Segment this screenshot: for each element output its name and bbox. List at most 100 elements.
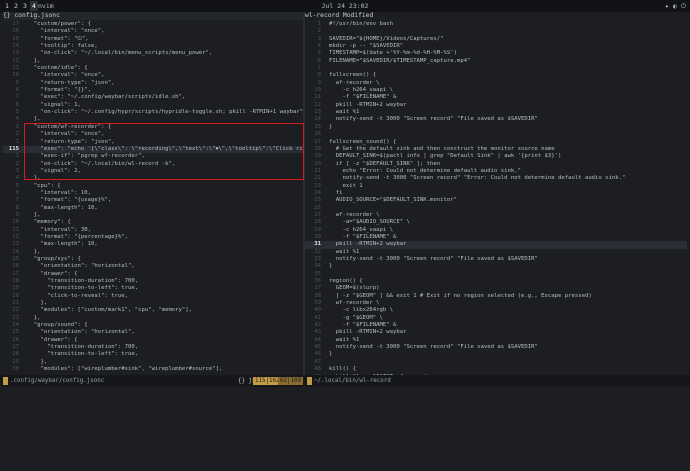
code-line[interactable]: 44 wait %1 xyxy=(305,337,687,344)
code-line[interactable]: 16 "interval": "once", xyxy=(3,28,303,35)
code-line[interactable]: 48 kill() { xyxy=(305,366,687,373)
code-line[interactable]: 8 fullscreen() { xyxy=(305,72,687,79)
code-line[interactable]: 21 echo "Error: Could not determine defa… xyxy=(305,168,687,175)
code-line[interactable]: 35 xyxy=(305,271,687,278)
code-line[interactable]: 12 }, xyxy=(3,58,303,65)
code-line[interactable]: 29 }, xyxy=(3,359,303,366)
code-line[interactable]: 8 "format": "{}", xyxy=(3,87,303,94)
code-line[interactable]: 47 xyxy=(305,359,687,366)
editor-pane-right[interactable]: wl-record Modified 1 #!/usr/bin/env bash 2… xyxy=(305,12,687,375)
code-line[interactable]: 43 pkill -RTMIN+2 waybar xyxy=(305,329,687,336)
code-line[interactable]: 6 FILENAME="$SAVEDIR/$TIMESTAMP_capture.m… xyxy=(305,58,687,65)
code-line[interactable]: 4 mkdir -p -- "$SAVEDIR" xyxy=(305,43,687,50)
code-line[interactable]: 32 wait %1 xyxy=(305,249,687,256)
code-line[interactable]: 12 pkill -RTMIN+2 waybar xyxy=(305,102,687,109)
code-line[interactable]: 12 "format": "{percentage}%", xyxy=(3,234,303,241)
code-line[interactable]: 33 notify-send -t 3000 "Screen record" "… xyxy=(305,256,687,263)
code-line[interactable]: 5 "on-click": "~/.config/hypr/scripts/hy… xyxy=(3,109,303,116)
code-line[interactable]: 26 xyxy=(305,205,687,212)
code-lines-right[interactable]: 1 #!/usr/bin/env bash 2 3 SAVEDIR="${HOME}/V… xyxy=(305,21,687,375)
code-line[interactable]: 17 fullscreen_sound() { xyxy=(305,139,687,146)
code-line[interactable]: 46} xyxy=(305,351,687,358)
code-line[interactable]: 30 "modules": ["wireplumber#sink", "wire… xyxy=(3,366,303,373)
code-line[interactable]: 25 "orientation": "horizontal", xyxy=(3,329,303,336)
code-line[interactable]: 1 #!/usr/bin/env bash xyxy=(305,21,687,28)
system-tray[interactable]: ▸ ◐ ⏻ xyxy=(665,0,686,12)
code-line[interactable]: 14 "tooltip": false, xyxy=(3,43,303,50)
code-line[interactable]: 24 fi xyxy=(305,190,687,197)
code-line[interactable]: 38 [ -z "$GEOM" ] && exit 1 # Exit if no… xyxy=(305,293,687,300)
code-line[interactable]: 26 "drawer": { xyxy=(3,337,303,344)
status-position-secondary: 62|109 xyxy=(278,377,303,385)
code-line[interactable]: 23 exit 1 xyxy=(305,183,687,190)
code-line[interactable]: 11 "custom/idle": { xyxy=(3,65,303,72)
code-lines-left[interactable]: 17 "custom/power": {16 "interval": "once… xyxy=(3,21,303,374)
code-line[interactable]: 6 "signal": 1, xyxy=(3,102,303,109)
line-text: "group/sys": { xyxy=(27,256,81,262)
code-line[interactable]: 10 "interval": "once", xyxy=(3,72,303,79)
code-line[interactable]: 18 "transition-duration": 700, xyxy=(3,278,303,285)
code-line[interactable]: 10 -c h264_vaapi \ xyxy=(305,87,687,94)
code-line[interactable]: 11 "interval": 30, xyxy=(3,227,303,234)
code-line[interactable]: 24 "group/sound": { xyxy=(3,322,303,329)
code-line[interactable]: 14 }, xyxy=(3,249,303,256)
code-line[interactable]: 17 "drawer": { xyxy=(3,271,303,278)
code-line[interactable]: 13 "max-length": 10, xyxy=(3,241,303,248)
code-line[interactable]: 9 wf-recorder \ xyxy=(305,80,687,87)
code-line[interactable]: 7 xyxy=(305,65,687,72)
code-line[interactable]: 31 pkill -RTMIN+2 waybar xyxy=(305,241,687,249)
line-text: "max-length": 10, xyxy=(27,241,98,248)
code-line[interactable]: 29 -c h264_vaapi \ xyxy=(305,227,687,234)
code-line[interactable]: 37 GEOM=$(slurp) xyxy=(305,285,687,292)
code-line[interactable]: 2 xyxy=(305,28,687,35)
line-number: 20 xyxy=(12,292,19,299)
code-line[interactable]: 5 "cpu": { xyxy=(3,183,303,190)
code-line[interactable]: 20 "click-to-reveal": true, xyxy=(3,293,303,300)
code-line[interactable]: 28 -a="$AUDIO_SOURCE" \ xyxy=(305,219,687,226)
code-line[interactable]: 28 "transition-to-left": true, xyxy=(3,351,303,358)
code-line[interactable]: 40 -c libx264rgb \ xyxy=(305,307,687,314)
code-line[interactable]: 36 region() { xyxy=(305,278,687,285)
code-line[interactable]: 30 -f "$FILENAME" & xyxy=(305,234,687,241)
code-line[interactable]: 18 # Get the default sink and then const… xyxy=(305,146,687,153)
line-text: wait %1 xyxy=(329,109,360,116)
code-line[interactable]: 7 "format": "{usage}%", xyxy=(3,197,303,204)
code-line[interactable]: 16 "orientation": "horizontal", xyxy=(3,263,303,270)
code-line[interactable]: 15 "group/sys": { xyxy=(3,256,303,263)
line-number: 5 xyxy=(15,182,19,189)
code-line[interactable]: 27 wf-recorder \ xyxy=(305,212,687,219)
code-line[interactable]: 15 "format": "⏻", xyxy=(3,36,303,43)
code-line[interactable]: 13 wait %1 xyxy=(305,109,687,116)
code-line[interactable]: 39 wf-recorder \ xyxy=(305,300,687,307)
code-line[interactable]: 22 "modules": ["custom/mark1", "cpu", "m… xyxy=(3,307,303,314)
code-line[interactable]: 7 "exec": "~/.config/waybar/scripts/idle… xyxy=(3,94,303,101)
code-line[interactable]: 19 "transition-to-left": true, xyxy=(3,285,303,292)
code-line[interactable]: 19 DEFAULT_SINK=$(pactl info | grep "Def… xyxy=(305,153,687,160)
code-line[interactable]: 23 }, xyxy=(3,315,303,322)
code-line[interactable]: 20 if [ -z "$DEFAULT_SINK" ]; then xyxy=(305,161,687,168)
code-line[interactable]: 8 "max-length": 10, xyxy=(3,205,303,212)
code-line[interactable]: 6 "interval": 10, xyxy=(3,190,303,197)
code-line[interactable]: 15} xyxy=(305,124,687,131)
line-text: fullscreen_sound() { xyxy=(329,138,397,145)
code-line[interactable]: 9 "return-type": "json", xyxy=(3,80,303,87)
code-line[interactable]: 41 -g "$GEOM" \ xyxy=(305,315,687,322)
code-line[interactable]: 10 "memory": { xyxy=(3,219,303,226)
code-line[interactable]: 42 -f "$FILENAME" & xyxy=(305,322,687,329)
code-line[interactable]: 34} xyxy=(305,263,687,270)
line-number: 18 xyxy=(12,278,19,285)
code-line[interactable]: 11 -f "$FILENAME" & xyxy=(305,94,687,101)
code-line[interactable]: 17 "custom/power": { xyxy=(3,21,303,28)
code-line[interactable]: 27 "transition-duration": 700, xyxy=(3,344,303,351)
code-line[interactable]: 9 }, xyxy=(3,212,303,219)
code-line[interactable]: 5 TIMESTAMP=$(date +'%Y-%m-%d-%H-%M-%S') xyxy=(305,50,687,57)
code-line[interactable]: 21 }, xyxy=(3,300,303,307)
code-line[interactable]: 3 SAVEDIR="${HOME}/Videos/Captures/" xyxy=(305,36,687,43)
code-line[interactable]: 22 notify-send -t 3000 "Screen record" "… xyxy=(305,175,687,182)
code-line[interactable]: 45 notify-send -t 3000 "Screen record" "… xyxy=(305,344,687,351)
code-line[interactable]: 25 AUDIO_SOURCE="$DEFAULT_SINK.monitor" xyxy=(305,197,687,204)
code-line[interactable]: 14 notify-send -t 3000 "Screen record" "… xyxy=(305,116,687,123)
code-line[interactable]: 16 xyxy=(305,131,687,138)
code-line[interactable]: 13 "on-click": "~/.local/bin/menu_script… xyxy=(3,50,303,57)
editor-pane-left[interactable]: {} config.jsonc 17 "custom/power": {16 "… xyxy=(3,12,303,375)
